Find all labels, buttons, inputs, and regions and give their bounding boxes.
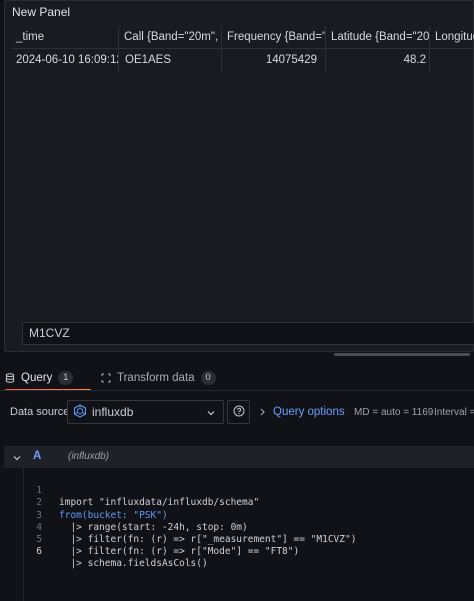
cell-time: 2024-06-10 16:09:12 <box>11 49 119 72</box>
query-options-button[interactable]: Query options <box>273 406 345 418</box>
tabs-divider <box>0 390 474 391</box>
datasource-name: influxdb <box>92 405 134 419</box>
code-line-text: |> schema.fieldsAsCols() <box>59 558 208 570</box>
query-options-interval: Interval = <box>434 407 474 418</box>
code-line: 4 |> filter(fn: (r) => r["_measurement"]… <box>24 510 474 545</box>
collapse-chevron-icon[interactable] <box>12 452 22 466</box>
code-line: 5 |> filter(fn: (r) => r["Mode"] == "FT8… <box>24 522 474 557</box>
chevron-right-icon[interactable] <box>258 406 267 420</box>
table-header: _time Call {Band="20m", ( Frequency {Ban… <box>11 26 474 49</box>
panel-preview: New Panel _time Call {Band="20m", ( Freq… <box>4 0 474 352</box>
tab-query[interactable]: Query 1 <box>5 366 91 391</box>
query-row-header[interactable]: A (influxdb) <box>4 446 474 468</box>
line-number: 6 <box>36 546 42 558</box>
code-line: 6 |> schema.fieldsAsCols() <box>24 534 474 569</box>
query-options-md: MD = auto = 1169 <box>354 407 434 418</box>
column-header-longitude[interactable]: Longitude <box>430 26 474 48</box>
datasource-help-button[interactable] <box>227 400 250 424</box>
datasource-picker[interactable]: influxdb <box>67 400 224 424</box>
tab-transform-data[interactable]: Transform data 0 <box>101 366 216 390</box>
data-table: _time Call {Band="20m", ( Frequency {Ban… <box>11 26 474 72</box>
query-toolbar: Data source influxdb Query options MD = … <box>0 398 474 428</box>
tab-transform-label: Transform data <box>117 372 195 384</box>
editor-tabs: Query 1 Transform data 0 <box>0 366 474 391</box>
tab-query-label: Query <box>21 372 53 384</box>
database-icon <box>5 373 15 383</box>
column-header-latitude[interactable]: Latitude {Band="20 <box>326 26 430 48</box>
code-lines: 1 import "influxdata/influxdb/schema" 2 … <box>24 473 474 569</box>
cell-longitude <box>430 49 474 72</box>
code-line: 1 import "influxdata/influxdb/schema" <box>24 473 474 508</box>
datasource-label: Data source <box>10 406 70 418</box>
cell-frequency: 14075429 <box>222 49 326 72</box>
cell-latitude: 48.2 <box>326 49 430 72</box>
query-code-editor[interactable]: 1 import "influxdata/influxdb/schema" 2 … <box>23 468 474 601</box>
code-line: 2 from(bucket: "PSK") <box>24 485 474 520</box>
horizontal-scrollbar[interactable] <box>334 353 470 356</box>
tab-query-count: 1 <box>58 371 74 385</box>
transform-icon <box>101 373 111 383</box>
column-header-frequency[interactable]: Frequency {Band=" <box>222 26 326 48</box>
code-line-text: |> filter(fn: (r) => r["Mode"] == "FT8") <box>59 546 300 558</box>
table-row: 2024-06-10 16:09:12 OE1AES 14075429 48.2 <box>11 49 474 72</box>
query-datasource-name: (influxdb) <box>68 451 110 462</box>
column-header-time[interactable]: _time <box>11 26 119 48</box>
panel-title[interactable]: New Panel <box>12 5 70 19</box>
column-header-call[interactable]: Call {Band="20m", ( <box>119 26 222 48</box>
cell-call: OE1AES <box>119 49 222 72</box>
code-line: 3 |> range(start: -24h, stop: 0m) <box>24 497 474 533</box>
tab-transform-count: 0 <box>200 371 216 385</box>
chevron-down-icon <box>206 407 216 421</box>
table-filter-input[interactable]: M1CVZ <box>22 322 474 345</box>
influxdb-logo-icon <box>73 403 87 421</box>
query-ref-id[interactable]: A <box>33 450 41 462</box>
question-circle-icon <box>233 405 245 420</box>
